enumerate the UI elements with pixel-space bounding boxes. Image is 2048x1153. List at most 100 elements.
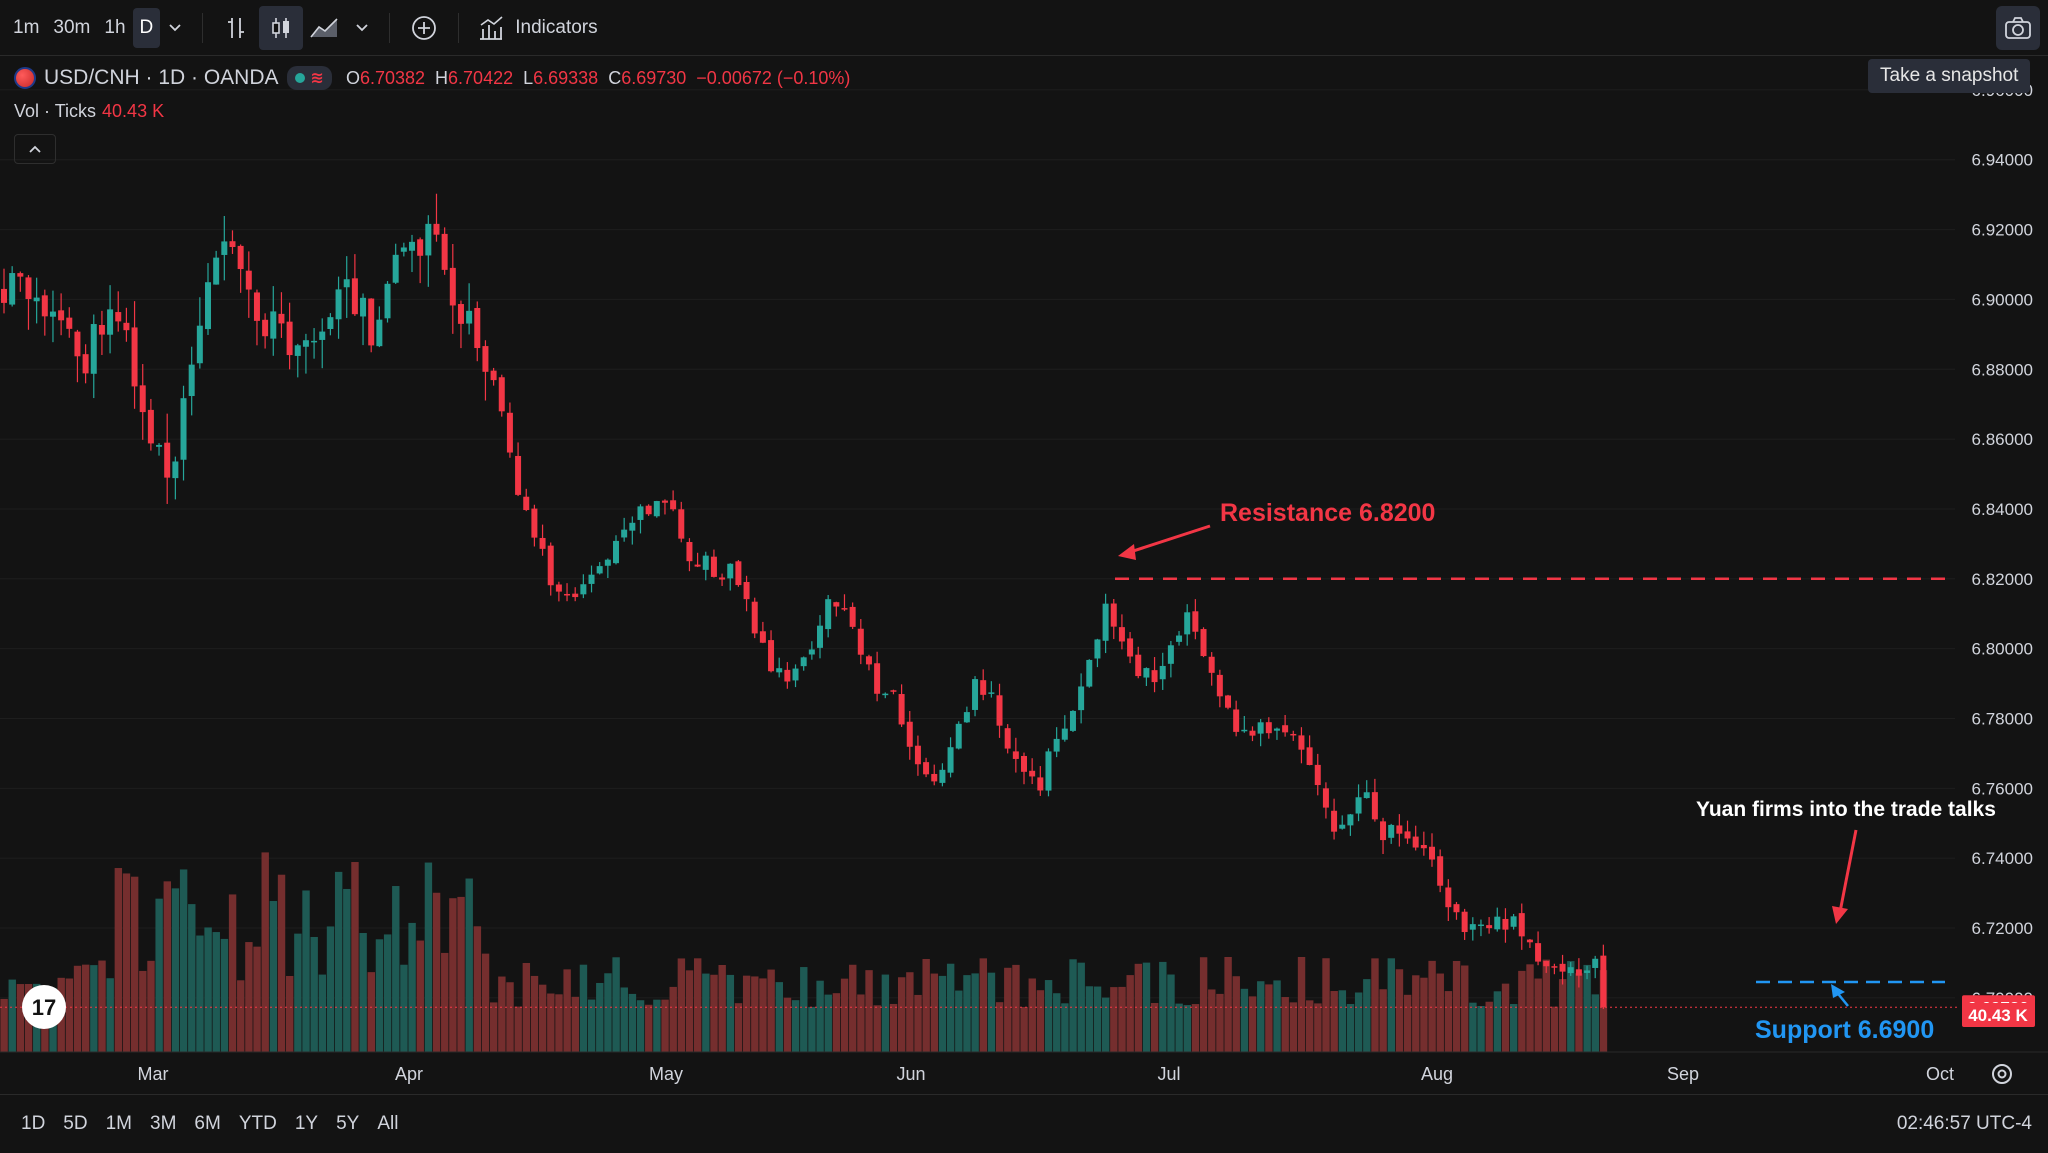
candle-body bbox=[270, 311, 277, 339]
candle-body bbox=[17, 273, 24, 277]
volume-bar bbox=[579, 964, 588, 1052]
volume-bar bbox=[710, 974, 718, 1052]
range-5d-button[interactable]: 5D bbox=[54, 1113, 96, 1135]
candle-body bbox=[833, 602, 840, 607]
volume-bar bbox=[1012, 964, 1020, 1052]
snapshot-tooltip: Take a snapshot bbox=[1868, 59, 2031, 93]
candle-body bbox=[1494, 916, 1501, 930]
candle-body bbox=[1347, 814, 1354, 826]
change-value: −0.00672 (−0.10%) bbox=[696, 67, 851, 88]
candle-body bbox=[1445, 887, 1452, 908]
candle-body bbox=[205, 282, 211, 330]
price-tick-label: 6.76000 bbox=[1972, 779, 2033, 798]
candle-body bbox=[1127, 638, 1134, 657]
volume-bar bbox=[1510, 1004, 1518, 1052]
candle-body bbox=[1469, 924, 1476, 930]
price-chart[interactable]: Resistance 6.8200 Support 6.6900 Yuan firm… bbox=[0, 0, 2048, 1152]
candle-body bbox=[800, 657, 807, 667]
range-5y-button[interactable]: 5Y bbox=[327, 1113, 368, 1135]
candle-body bbox=[147, 409, 154, 444]
candle-body bbox=[604, 559, 611, 566]
volume-bar bbox=[1199, 957, 1208, 1052]
candle-body bbox=[1102, 603, 1109, 641]
volume-bar bbox=[612, 957, 620, 1052]
volume-bar bbox=[334, 871, 343, 1052]
volume-bar bbox=[742, 975, 751, 1052]
price-tick-label: 6.94000 bbox=[1972, 151, 2033, 170]
candle-body bbox=[1208, 656, 1215, 673]
candle-body bbox=[1078, 686, 1085, 711]
candle-body bbox=[1143, 668, 1150, 678]
candle-body bbox=[645, 505, 652, 515]
candle-body bbox=[90, 324, 97, 374]
candle-body bbox=[923, 762, 930, 775]
range-1m-button[interactable]: 1M bbox=[97, 1113, 141, 1135]
volume-bar bbox=[816, 980, 824, 1052]
volume-bar bbox=[1387, 958, 1395, 1052]
price-tick-label: 6.74000 bbox=[1972, 849, 2033, 868]
range-1d-button[interactable]: 1D bbox=[12, 1113, 54, 1135]
volume-bar bbox=[220, 938, 229, 1052]
candle-body bbox=[319, 331, 326, 340]
candle-body bbox=[555, 584, 562, 592]
volume-bar bbox=[530, 975, 539, 1052]
range-ytd-button[interactable]: YTD bbox=[230, 1113, 286, 1135]
candle-body bbox=[678, 509, 685, 539]
candle-body bbox=[441, 233, 448, 270]
volume-bar bbox=[1289, 1002, 1298, 1052]
candle-body bbox=[637, 506, 644, 520]
settings-gear-icon[interactable] bbox=[1992, 1064, 2012, 1084]
candle-body bbox=[890, 690, 897, 692]
candle-body bbox=[466, 310, 473, 324]
candle-body bbox=[596, 566, 603, 574]
candle-body bbox=[425, 223, 432, 256]
utc-clock[interactable]: 02:46:57 UTC-4 bbox=[1897, 1113, 2032, 1135]
candle-body bbox=[188, 364, 195, 397]
volume-bar bbox=[473, 926, 482, 1052]
volume-bar bbox=[82, 964, 90, 1052]
volume-bar bbox=[865, 970, 873, 1052]
candle-body bbox=[1029, 770, 1036, 777]
candle-body bbox=[1192, 611, 1199, 632]
volume-bar bbox=[367, 972, 375, 1052]
candle-body bbox=[433, 223, 440, 235]
candle-body bbox=[335, 289, 342, 320]
volume-bar bbox=[269, 901, 278, 1052]
candle-body bbox=[531, 508, 538, 538]
candle-body bbox=[849, 606, 856, 627]
candle-body bbox=[1012, 751, 1019, 759]
volume-bar bbox=[726, 974, 735, 1052]
volume-bar bbox=[351, 862, 359, 1052]
volume-legend: Vol · Ticks 40.43 K bbox=[14, 101, 164, 122]
candle-body bbox=[1510, 916, 1517, 927]
market-status-badge[interactable]: ≋ bbox=[286, 66, 332, 90]
volume-bar bbox=[1134, 963, 1143, 1052]
volume-bar bbox=[204, 927, 212, 1052]
range-6m-button[interactable]: 6M bbox=[185, 1113, 229, 1135]
candle-body bbox=[1135, 654, 1142, 677]
volume-bar bbox=[1452, 960, 1461, 1052]
volume-bar bbox=[922, 958, 930, 1052]
volume-bar bbox=[1346, 1004, 1355, 1052]
volume-bar bbox=[628, 993, 637, 1052]
volume-bar bbox=[538, 984, 547, 1052]
volume-bar bbox=[228, 894, 237, 1052]
candle-body bbox=[237, 245, 244, 270]
symbol-title[interactable]: USD/CNH · 1D · OANDA bbox=[44, 66, 279, 90]
candle-body bbox=[588, 574, 595, 584]
volume-bar bbox=[122, 873, 131, 1052]
collapse-legend-chevron-up-icon[interactable] bbox=[14, 134, 56, 164]
candle-body bbox=[1404, 831, 1411, 839]
volume-bar bbox=[1591, 994, 1599, 1052]
volume-bar bbox=[416, 940, 424, 1052]
candle-body bbox=[286, 321, 293, 356]
volume-bar bbox=[179, 869, 188, 1052]
volume-bar bbox=[946, 963, 955, 1052]
volume-bar bbox=[930, 973, 939, 1052]
range-1y-button[interactable]: 1Y bbox=[286, 1113, 327, 1135]
range-all-button[interactable]: All bbox=[368, 1113, 407, 1135]
range-3m-button[interactable]: 3M bbox=[141, 1113, 185, 1135]
volume-bar bbox=[1232, 976, 1240, 1052]
volume-bar bbox=[196, 935, 204, 1052]
candle-body bbox=[482, 346, 489, 372]
